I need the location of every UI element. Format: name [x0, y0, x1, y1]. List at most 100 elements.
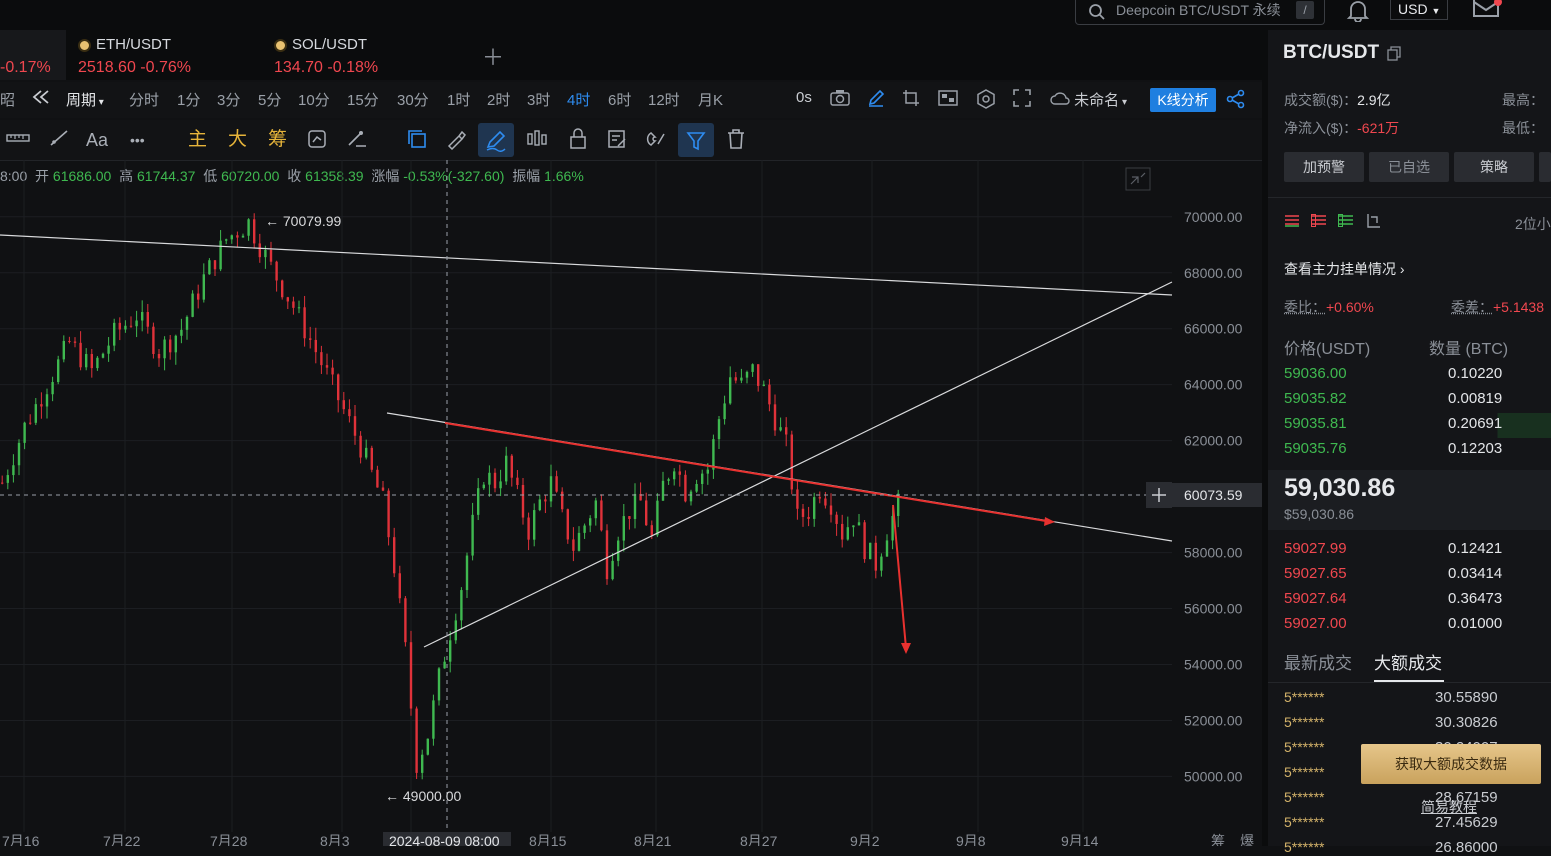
interval-8[interactable]: 2时	[487, 89, 510, 110]
interval-13[interactable]: 月K	[698, 89, 723, 110]
get-large-trades-button[interactable]: 获取大额成交数据	[1361, 744, 1541, 784]
bid-row[interactable]: 59027.65 0.03414	[1284, 563, 1551, 588]
candle-body	[611, 560, 614, 580]
layout-select[interactable]: 未命名 ▾	[1050, 89, 1127, 110]
eraser-draw-icon[interactable]	[346, 128, 368, 156]
big-order-tool[interactable]: 大	[228, 128, 247, 152]
text-tool[interactable]: Aa	[86, 128, 108, 152]
copy-pair-icon[interactable]	[1387, 46, 1401, 65]
note-icon[interactable]	[606, 128, 628, 156]
settings-icon[interactable]	[976, 89, 996, 113]
main-indicator-tool[interactable]: 主	[188, 128, 207, 152]
currency-select[interactable]: USD ▼	[1390, 0, 1448, 20]
strategy-button[interactable]: 策略	[1454, 152, 1534, 182]
interval-1[interactable]: 1分	[177, 89, 200, 110]
rotate-icon[interactable]	[306, 128, 328, 156]
tab-btc[interactable]: -0.17%	[0, 30, 66, 80]
ruler-icon[interactable]	[6, 128, 30, 154]
candle-body	[645, 500, 648, 526]
chart-image-icon[interactable]	[938, 89, 958, 111]
brush-icon[interactable]	[445, 128, 467, 156]
interval-12[interactable]: 12时	[648, 89, 680, 110]
mail-icon[interactable]	[1472, 0, 1502, 23]
price-chart[interactable]: 60073.59 ← 70079.99 ← 49000.00 70000.00 6…	[0, 160, 1262, 846]
candle-body	[695, 483, 698, 492]
trash-icon[interactable]	[726, 128, 746, 156]
orderbook-both-icon[interactable]	[1284, 214, 1300, 231]
tab-large-trades[interactable]: 大额成交	[1374, 649, 1442, 674]
candle-body	[482, 484, 485, 489]
panel-divider[interactable]	[1262, 30, 1268, 846]
crop-icon[interactable]	[902, 89, 920, 111]
pencil-icon[interactable]	[867, 89, 885, 111]
fullscreen-icon[interactable]	[1013, 89, 1031, 111]
interval-3[interactable]: 5分	[258, 89, 281, 110]
ask-row[interactable]: 59035.76 0.12203	[1284, 438, 1551, 463]
candle-body	[561, 491, 564, 510]
candle-body	[841, 523, 844, 540]
copy-icon[interactable]	[406, 128, 428, 156]
more-button[interactable]	[1539, 152, 1551, 182]
draw-mode-icon[interactable]	[478, 123, 514, 157]
candle-body	[269, 249, 273, 262]
candle-body	[880, 556, 883, 571]
interval-edge-label: 昭	[0, 92, 16, 109]
tutorial-link[interactable]: 简易教程	[1421, 797, 1477, 817]
bid-row[interactable]: 59027.64 0.36473	[1284, 588, 1551, 613]
bid-row[interactable]: 59027.00 0.01000	[1284, 613, 1551, 638]
alert-button[interactable]: 加预警	[1284, 152, 1364, 182]
camera-icon[interactable]	[830, 89, 850, 111]
share-icon[interactable]	[1226, 89, 1246, 113]
low-label: 最低：	[1502, 120, 1544, 136]
candle-body	[421, 754, 424, 773]
rewind-icon[interactable]	[32, 89, 50, 109]
period-select[interactable]: 周期 ▾	[66, 89, 104, 110]
magnet-icon[interactable]	[646, 128, 668, 156]
favorite-button[interactable]: 已自选	[1369, 152, 1449, 182]
candle-body	[835, 514, 838, 524]
main-orders-link[interactable]: 查看主力挂单情况 ›	[1284, 259, 1405, 279]
orderbook-asks-icon[interactable]	[1338, 214, 1354, 231]
candle-body	[437, 668, 441, 701]
lock-icon[interactable]	[568, 128, 588, 156]
search-placeholder: Deepcoin BTC/USDT 永续	[1116, 2, 1281, 18]
tab-latest-trades[interactable]: 最新成交	[1284, 649, 1352, 674]
depth-icon[interactable]	[1365, 213, 1381, 232]
tab-eth[interactable]: ETH/USDT 2518.60 -0.76%	[68, 30, 260, 80]
ask-row[interactable]: 59035.81 0.20691	[1284, 413, 1551, 438]
candle-body	[23, 422, 26, 443]
add-tab-icon[interactable]: ＋	[482, 40, 504, 72]
ask-row[interactable]: 59036.00 0.10220	[1284, 363, 1551, 388]
candle-body	[499, 481, 502, 489]
interval-9[interactable]: 3时	[527, 89, 550, 110]
kline-analysis-button[interactable]: K线分析	[1150, 88, 1216, 112]
search-box[interactable]: Deepcoin BTC/USDT 永续 /	[1075, 0, 1325, 25]
more-tools[interactable]: •••	[130, 128, 145, 152]
interval-0[interactable]: 分时	[129, 89, 159, 110]
interval-2[interactable]: 3分	[217, 89, 240, 110]
candle-body	[12, 465, 15, 476]
interval-10[interactable]: 4时	[567, 89, 590, 110]
interval-5[interactable]: 15分	[347, 89, 379, 110]
currency-value: USD	[1398, 1, 1428, 17]
candle-body	[292, 301, 295, 308]
candle-body	[516, 477, 519, 485]
interval-4[interactable]: 10分	[298, 89, 330, 110]
candles-icon[interactable]	[526, 128, 548, 156]
filter-icon[interactable]	[678, 123, 714, 157]
precision-select[interactable]: 2位小	[1515, 214, 1551, 234]
orderbook-bids-icon[interactable]	[1311, 214, 1327, 231]
trendline-icon[interactable]	[48, 128, 70, 154]
turnover: 成交额($)：2.9亿	[1284, 92, 1391, 108]
chip-tool[interactable]: 筹	[268, 128, 287, 152]
tab-sol[interactable]: SOL/USDT 134.70 -0.18%	[264, 30, 464, 80]
ask-row[interactable]: 59035.82 0.00819	[1284, 388, 1551, 413]
bell-icon[interactable]	[1345, 0, 1371, 25]
candle-body	[779, 427, 782, 431]
interval-6[interactable]: 30分	[397, 89, 429, 110]
interval-7[interactable]: 1时	[447, 89, 470, 110]
bid-row[interactable]: 59027.99 0.12421	[1284, 538, 1551, 563]
candle-body	[600, 500, 603, 531]
interval-11[interactable]: 6时	[608, 89, 631, 110]
tab-separator	[1268, 682, 1551, 683]
